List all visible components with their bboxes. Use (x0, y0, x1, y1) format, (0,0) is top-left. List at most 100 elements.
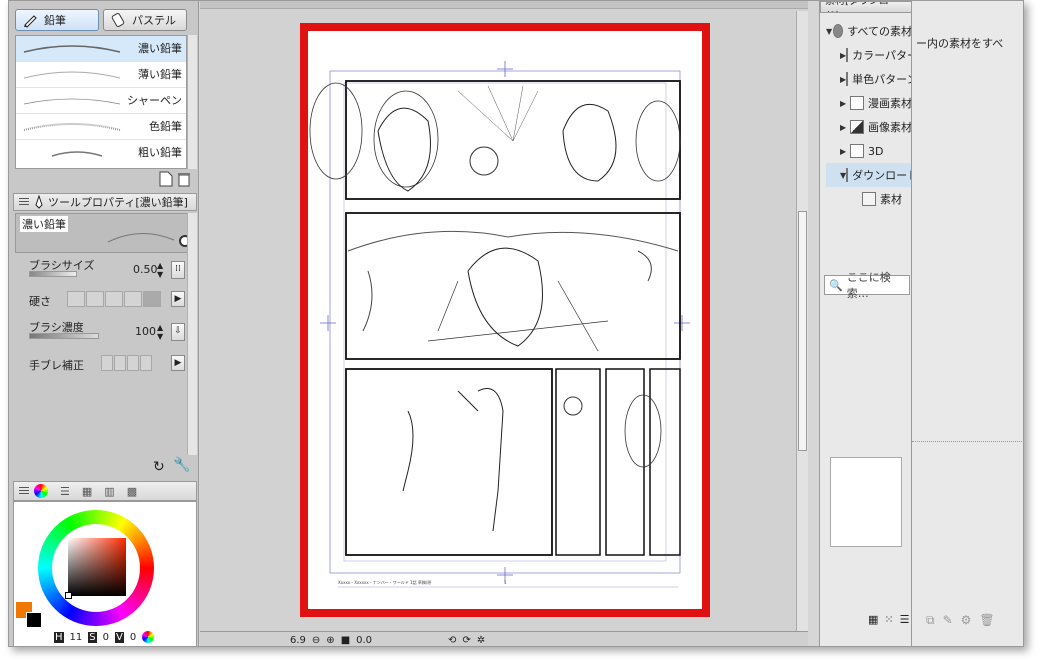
reset-rotation-icon[interactable]: ✲ (477, 635, 485, 646)
stabilization-label: 手ブレ補正 (29, 359, 84, 372)
brush-size-value[interactable]: 0.50 (133, 263, 158, 276)
list-view-icon[interactable]: ☰ (900, 613, 910, 626)
rotate-right-icon[interactable]: ⟳ (462, 635, 470, 646)
spin-arrows-icon[interactable]: ▲ ▼ (157, 261, 163, 279)
tree-item[interactable]: ▶ 単色パターン (826, 67, 918, 91)
intermediate-color-tab-icon[interactable]: ▥ (104, 485, 114, 498)
trash-icon[interactable] (177, 171, 193, 187)
trash-icon[interactable]: 🗑 (979, 613, 994, 628)
density-row: ブラシ濃度 100 ▲ ▼ ⇩ (29, 319, 185, 347)
pastel-icon (111, 13, 125, 27)
wrench-icon[interactable]: 🔧 (173, 457, 190, 473)
panel-menu-icon[interactable] (18, 485, 30, 497)
fit-icon[interactable]: ■ (341, 635, 350, 646)
v-value: 0 (129, 631, 137, 643)
brush-size-row: ブラシサイズ 0.50 ▲ ▼ ⁞⁞ (29, 257, 185, 285)
sub-color-swatch[interactable] (26, 612, 42, 628)
zoom-in-icon[interactable]: ⊕ (326, 635, 334, 646)
manga-sketch: Xxxxx - Xxxxxx - ナンバー・ワールド 1話 草稿/原 1 (309, 61, 690, 588)
tree-item[interactable]: ▶ 画像素材 (826, 115, 912, 139)
brush-label: シャーペン (127, 94, 182, 107)
chevron-right-icon[interactable]: ▶ (171, 291, 185, 307)
small-thumbnail-icon[interactable]: ⁙ (884, 613, 893, 626)
size-options-icon[interactable]: ⁞⁞ (171, 261, 185, 279)
large-thumbnail-icon[interactable]: ▦ (868, 613, 878, 626)
tree-item[interactable]: ▶ カラーパターン (826, 43, 929, 67)
download-icon (846, 168, 849, 182)
settings-icon[interactable]: ⚙ (961, 613, 972, 628)
s-value: 0 (102, 631, 109, 643)
canvas-area[interactable]: Xxxxx - Xxxxxx - ナンバー・ワールド 1話 草稿/原 1 6.9… (200, 1, 808, 646)
h-label: H (54, 631, 64, 643)
new-brush-icon[interactable] (159, 171, 175, 187)
material-search-input[interactable]: 🔍 ここに検索… (824, 271, 910, 300)
brush-label: 粗い鉛筆 (138, 146, 182, 159)
color-set-tab-icon[interactable]: ▦ (82, 485, 92, 498)
tree-label: 素材 (880, 193, 902, 206)
view-mode-buttons: ▦ ⁙ ☰ (868, 613, 910, 626)
scroll-thumb[interactable] (798, 211, 807, 451)
manga-page[interactable]: Xxxxx - Xxxxxx - ナンバー・ワールド 1話 草稿/原 1 (300, 23, 710, 617)
saturation-value-square[interactable] (68, 538, 126, 596)
brush-list-scrollbar[interactable] (187, 35, 197, 169)
subtab-pastel-label: パステル (132, 14, 176, 27)
zoom-out-icon[interactable]: ⊖ (312, 635, 320, 646)
brush-item[interactable]: 色鉛筆 (16, 114, 186, 140)
canvas-vertical-scrollbar[interactable] (796, 11, 808, 631)
material-info-text: ー内の素材をすべ (916, 37, 1004, 50)
color-slider-tab-icon[interactable]: ☰ (60, 485, 70, 498)
brush-preview-name: 濃い鉛筆 (20, 216, 68, 232)
color-panel-tabs: ☰ ▦ ▥ ▩ (13, 481, 197, 501)
brush-item[interactable]: 濃い鉛筆 (16, 36, 186, 62)
tree-item[interactable]: ▼ ダウンロード (826, 163, 918, 187)
paste-material-icon[interactable]: ⧉ (926, 613, 935, 628)
material-tree-panel: 素材[ダウンロード] ▼すべての素材 ▶カラーパターン ▶単色パターン ▶漫画素… (819, 1, 929, 646)
stabilization-levels[interactable] (101, 355, 153, 374)
spin-arrows-icon[interactable]: ▲ ▼ (157, 323, 163, 341)
brush-item[interactable]: 薄い鉛筆 (16, 62, 186, 88)
canvas-status-bar: 6.9 ⊖ ⊕ ■ 0.0 ⟲ ⟳ ✲ (200, 631, 808, 646)
tree-label: 3D (868, 144, 884, 158)
zoom-value[interactable]: 6.9 (290, 635, 306, 646)
tool-property-scrollbar[interactable] (187, 213, 197, 455)
material-actions: ⧉ ✎ ⚙ 🗑 (926, 613, 995, 628)
subtab-pencil-label: 鉛筆 (44, 14, 66, 27)
hsv-readout: H 11 S 0 V 0 (14, 630, 194, 644)
tool-property-header: ツールプロパティ[濃い鉛筆] (13, 193, 197, 211)
subtab-pastel[interactable]: パステル (103, 9, 187, 31)
subtab-pencil[interactable]: 鉛筆 (15, 9, 99, 31)
tree-item[interactable]: ▶ 漫画素材 (826, 91, 912, 115)
search-icon: 🔍 (829, 278, 843, 292)
brush-list: 濃い鉛筆 薄い鉛筆 シャーペン 色鉛筆 粗い鉛筆 (15, 35, 187, 169)
tree-item[interactable]: ▶ 3D (826, 139, 912, 163)
material-tree: ▼ すべての素材 ▶ カラーパターン ▶ 単色パターン ▶ 漫画素材 ▶ 画像素材 ▶ 3D… (826, 19, 929, 211)
hardness-label: 硬さ (29, 295, 51, 308)
edit-material-icon[interactable]: ✎ (943, 613, 953, 628)
left-panel: 鉛筆 パステル 濃い鉛筆 薄い鉛筆 シャーペン 色鉛筆 粗い鉛筆 ツールプロパテ… (9, 1, 199, 646)
hardness-levels[interactable] (67, 291, 162, 310)
brush-label: 薄い鉛筆 (138, 68, 182, 81)
panel-menu-icon[interactable] (18, 196, 30, 208)
manga-material-icon (850, 96, 864, 110)
brush-item[interactable]: シャーペン (16, 88, 186, 114)
rotate-left-icon[interactable]: ⟲ (448, 635, 456, 646)
color-picker-handle[interactable] (65, 592, 72, 599)
tree-item-root[interactable]: ▼ すべての素材 (826, 19, 912, 43)
tree-item[interactable]: 素材 (826, 187, 912, 211)
density-value[interactable]: 100 (135, 325, 156, 338)
brush-preview: 濃い鉛筆 (15, 213, 197, 253)
approx-color-tab-icon[interactable]: ▩ (127, 485, 137, 498)
brush-item[interactable]: 粗い鉛筆 (16, 140, 186, 166)
density-slider[interactable] (29, 333, 99, 339)
rotation-value[interactable]: 0.0 (356, 635, 372, 646)
color-wheel-tab-icon[interactable] (34, 484, 48, 498)
tree-label: 漫画素材 (868, 97, 912, 110)
reset-icon[interactable]: ↻ (153, 459, 165, 475)
chevron-right-icon[interactable]: ▶ (171, 355, 185, 371)
document-tabs[interactable] (200, 1, 808, 9)
material-preview (830, 457, 902, 547)
pressure-icon[interactable]: ⇩ (171, 323, 185, 341)
brush-size-slider[interactable] (29, 271, 77, 277)
stabilization-row: 手ブレ補正 ▶ (29, 355, 185, 383)
color-mode-icon[interactable] (142, 631, 155, 643)
